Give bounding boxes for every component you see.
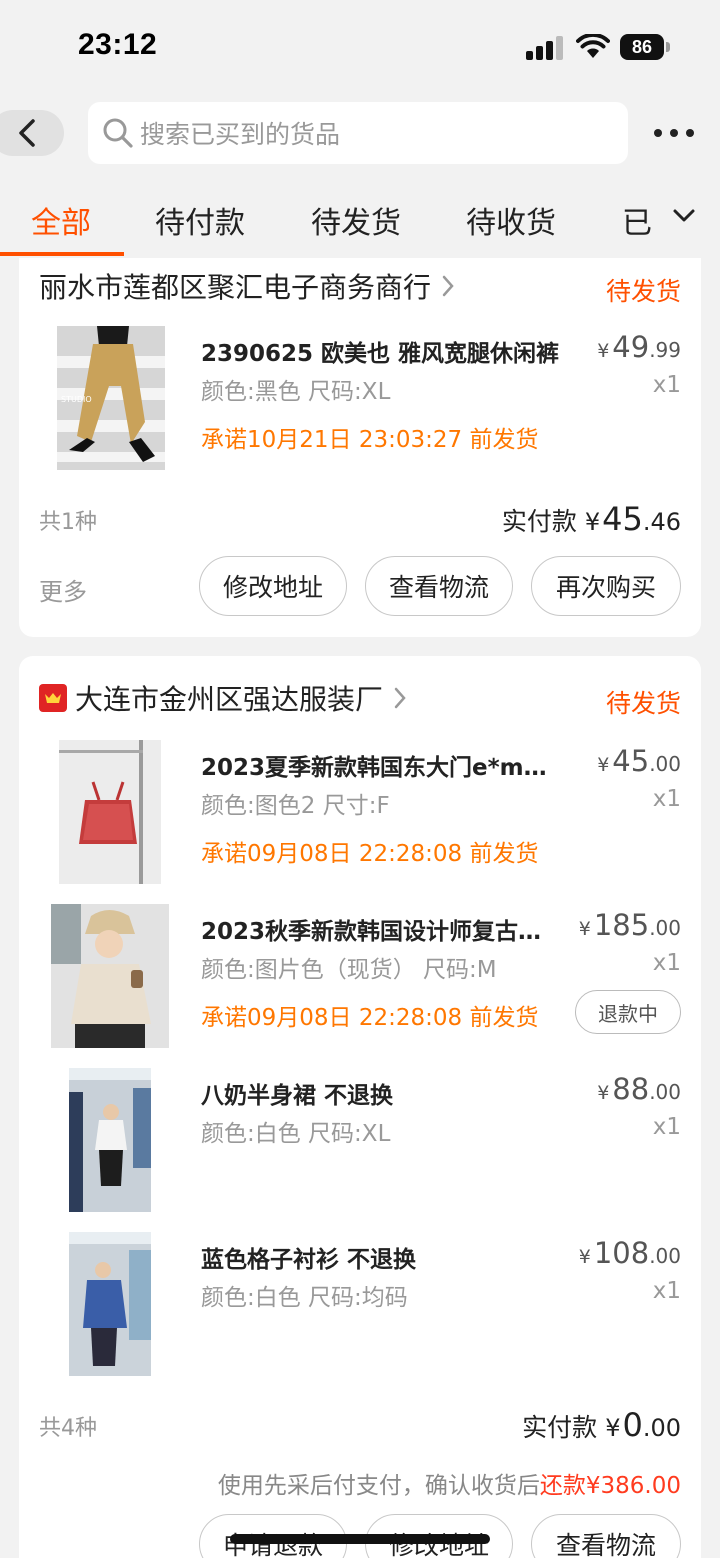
back-button[interactable] [0,110,64,156]
search-icon [103,118,133,148]
item-quantity: x1 [652,786,681,812]
item-price: ¥88.00 [597,1072,681,1106]
view-logistics-button[interactable]: 查看物流 [531,1514,681,1558]
order-item[interactable]: 2023秋季新款韩国设计师复古外套 颜色:图片色（现货） 尺码:M 承诺09月0… [19,904,701,1054]
item-count: 共4种 [39,1416,97,1441]
order-card: 大连市金州区强达服装厂 待发货 2023夏季新款韩国东大门e*m包包 颜色:图色… [19,656,701,1558]
item-spec: 颜色:白色 尺码:均码 [201,1285,408,1311]
tab-completed[interactable]: 已 [622,198,652,242]
shipping-promise: 承诺09月08日 22:28:08 前发货 [201,1005,539,1031]
item-count: 共1种 [39,510,97,535]
shop-logo-icon [39,684,67,712]
chevron-down-icon[interactable] [672,208,696,224]
status-time: 23:12 [78,28,158,61]
item-price: ¥45.00 [597,744,681,778]
search-placeholder: 搜索已买到的货品 [140,120,341,149]
svg-text:STUDIO: STUDIO [61,395,92,404]
item-price: ¥49.99 [597,330,681,364]
item-quantity: x1 [652,950,681,976]
item-price: ¥108.00 [578,1236,681,1270]
shop-name: 丽水市莲都区聚汇电子商务商行 [39,271,432,304]
shop-link[interactable]: 大连市金州区强达服装厂 [39,678,407,718]
item-title: 2023夏季新款韩国东大门e*m包包 [201,755,565,781]
more-actions-link[interactable]: 更多 [39,572,87,607]
item-spec: 颜色:图片色（现货） 尺码:M [201,957,497,983]
item-quantity: x1 [652,1114,681,1140]
more-dots-icon [654,129,662,137]
search-input[interactable]: 搜索已买到的货品 [88,102,628,164]
item-price: ¥185.00 [578,908,681,942]
order-item[interactable]: STUDIO 2390625 欧美也 雅风宽腿休闲裤 颜色:黑色 尺码:XL 承… [19,326,701,476]
chevron-left-icon [19,119,35,147]
item-title: 2023秋季新款韩国设计师复古外套 [201,919,551,945]
item-quantity: x1 [652,372,681,398]
order-item[interactable]: 蓝色格子衬衫 不退换 颜色:白色 尺码:均码 ¥108.00 x1 [19,1232,701,1382]
battery-level: 86 [620,34,664,60]
modify-address-button[interactable]: 修改地址 [199,556,347,616]
item-spec: 颜色:黑色 尺码:XL [201,379,391,405]
tab-pending-shipment[interactable]: 待发货 [311,198,401,242]
item-title: 八奶半身裙 不退换 [201,1083,394,1109]
pay-later-note: 使用先采后付支付，确认收货后还款¥386.00 [217,1473,681,1499]
shop-name: 大连市金州区强达服装厂 [75,683,384,716]
item-quantity: x1 [652,1278,681,1304]
tab-pending-payment[interactable]: 待付款 [155,198,245,242]
search-header: 搜索已买到的货品 [0,100,720,166]
more-options-button[interactable] [654,120,694,146]
refund-status-button[interactable]: 退款中 [575,990,681,1034]
shop-link[interactable]: 丽水市莲都区聚汇电子商务商行 [39,266,455,306]
order-total: 实付款 ¥45.46 [501,500,681,538]
item-spec: 颜色:图色2 尺寸:F [201,793,390,819]
product-thumbnail [69,1232,151,1376]
product-thumbnail [51,904,169,1048]
item-title: 2390625 欧美也 雅风宽腿休闲裤 [201,341,560,367]
product-thumbnail [69,1068,151,1212]
item-title: 蓝色格子衬衫 不退换 [201,1247,417,1273]
tab-pending-receipt[interactable]: 待收货 [466,198,556,242]
order-item[interactable]: 2023夏季新款韩国东大门e*m包包 颜色:图色2 尺寸:F 承诺09月08日 … [19,740,701,890]
item-spec: 颜色:白色 尺码:XL [201,1121,391,1147]
status-bar: 23:12 86 [0,0,720,96]
chevron-right-icon [393,686,407,710]
cellular-signal-icon [526,36,564,60]
battery-icon: 86 [620,34,670,60]
buy-again-button[interactable]: 再次购买 [531,556,681,616]
shipping-promise: 承诺09月08日 22:28:08 前发货 [201,841,539,867]
view-logistics-button[interactable]: 查看物流 [365,556,513,616]
product-thumbnail: STUDIO [57,326,165,470]
order-status: 待发货 [605,689,681,718]
wifi-icon [576,34,610,58]
tab-all[interactable]: 全部 [31,198,91,242]
product-thumbnail [59,740,161,884]
home-indicator[interactable] [230,1534,490,1544]
active-tab-indicator [0,252,124,256]
order-status: 待发货 [605,277,681,306]
chevron-right-icon [441,274,455,298]
order-item[interactable]: 八奶半身裙 不退换 颜色:白色 尺码:XL ¥88.00 x1 [19,1068,701,1218]
order-total: 实付款 ¥0.00 [522,1406,681,1444]
order-tabs: 全部 待付款 待发货 待收货 已 [0,186,720,256]
order-card: 丽水市莲都区聚汇电子商务商行 待发货 STUDIO 2390625 欧美也 雅风… [19,258,701,637]
shipping-promise: 承诺10月21日 23:03:27 前发货 [201,427,539,453]
